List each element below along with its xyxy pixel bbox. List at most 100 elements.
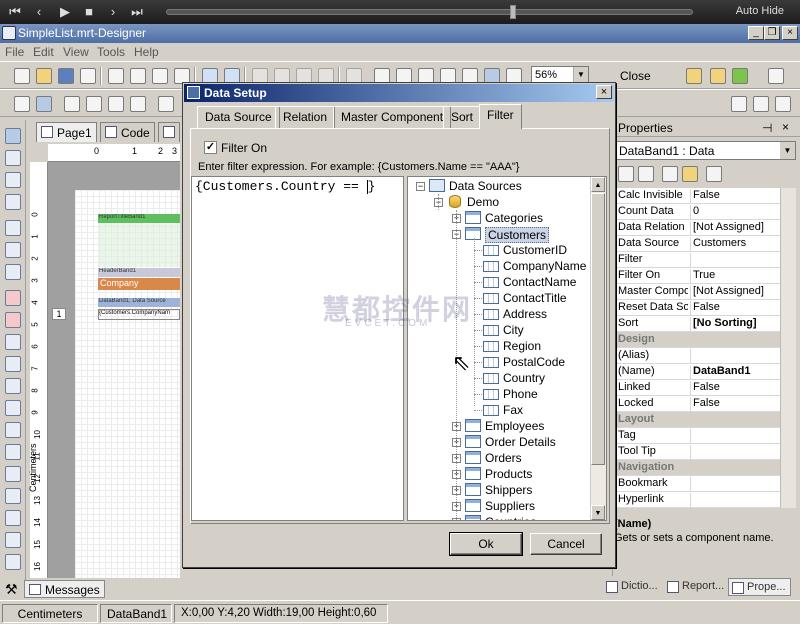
status-units[interactable]: Centimeters (2, 604, 98, 623)
container-icon[interactable] (5, 264, 21, 280)
report-title-area[interactable] (98, 223, 180, 267)
property-value[interactable] (690, 477, 780, 492)
style-icon[interactable] (732, 68, 748, 84)
property-value[interactable]: False (690, 301, 780, 316)
cancel-button[interactable]: Cancel (530, 533, 602, 555)
close-designer-button[interactable]: Close (620, 69, 651, 83)
property-value[interactable]: False (690, 381, 780, 396)
tab-preview[interactable] (158, 122, 180, 142)
menu-view[interactable]: View (63, 45, 89, 59)
property-value[interactable]: False (690, 189, 780, 204)
company-name-field[interactable]: {Customers.CompanyNam (98, 309, 180, 320)
property-row[interactable]: Tag (614, 428, 780, 444)
subreport-icon[interactable] (5, 466, 21, 482)
property-row[interactable]: Bookmark (614, 476, 780, 492)
property-value[interactable] (690, 493, 780, 508)
dialog-close-button[interactable]: × (596, 85, 612, 99)
header-band[interactable]: HeaderBand1 (98, 268, 180, 277)
property-value[interactable] (690, 253, 780, 268)
pin-icon[interactable]: ⊣ (762, 121, 772, 135)
chart-icon[interactable] (5, 554, 21, 570)
tab-page1[interactable]: Page1 (36, 122, 97, 142)
open-icon[interactable] (36, 68, 52, 84)
previous-icon[interactable]: ‹ (30, 3, 48, 21)
property-category[interactable]: Layout (614, 412, 780, 428)
shadow-icon[interactable] (158, 96, 174, 112)
border-all-icon[interactable] (36, 96, 52, 112)
panel-icon[interactable] (5, 510, 21, 526)
tab-report-tree[interactable]: Report... (664, 578, 728, 596)
next-icon[interactable]: › (104, 3, 122, 21)
property-value[interactable] (690, 349, 780, 364)
component-select[interactable]: DataBand1 : Data ▼ (614, 141, 796, 160)
tree-scroll-thumb[interactable] (591, 193, 605, 465)
align-left-icon[interactable] (731, 96, 747, 112)
property-row[interactable]: Filter On True (614, 268, 780, 284)
property-row[interactable]: Count Data 0 (614, 204, 780, 220)
scroll-up-icon[interactable]: ▲ (591, 177, 605, 192)
ok-button[interactable]: Ok (449, 532, 523, 556)
band-tool-icon[interactable] (5, 220, 21, 236)
seek-bar[interactable] (166, 5, 693, 19)
report-title-band[interactable]: ReportTitleBand1 (98, 214, 180, 223)
text-tool-icon[interactable] (5, 172, 21, 188)
data-band[interactable]: DataBand1; Data Source (98, 298, 180, 307)
data-tree[interactable]: − Data Sources − Demo + Categories − Customers C… (407, 176, 607, 521)
align-center-icon[interactable] (753, 96, 769, 112)
checkbox-icon[interactable] (5, 444, 21, 460)
menu-file[interactable]: File (5, 45, 24, 59)
tab-filter[interactable]: Filter (479, 104, 522, 129)
align-right-icon[interactable] (775, 96, 791, 112)
pan-tool-icon[interactable] (5, 150, 21, 166)
minimize-button[interactable]: _ (748, 26, 764, 40)
menu-help[interactable]: Help (134, 45, 159, 59)
property-row[interactable]: Calc Invisible False (614, 188, 780, 204)
format-painter-icon[interactable] (5, 194, 21, 210)
tab-properties[interactable]: Prope... (728, 578, 791, 596)
rectangle-icon[interactable] (5, 422, 21, 438)
text-component-icon[interactable] (5, 290, 21, 306)
restore-button[interactable]: ❐ (764, 26, 780, 40)
tab-code[interactable]: Code (100, 122, 155, 142)
property-value[interactable] (690, 429, 780, 444)
database-icon[interactable] (686, 68, 702, 84)
line-icon[interactable] (5, 400, 21, 416)
save-icon[interactable] (58, 68, 74, 84)
property-row[interactable]: Filter (614, 252, 780, 268)
categorized-icon[interactable] (618, 166, 634, 182)
tab-data-source[interactable]: Data Source (197, 106, 280, 128)
preview-icon[interactable] (80, 68, 96, 84)
chevron-down-icon[interactable]: ▼ (573, 67, 588, 83)
delete-page-icon[interactable] (152, 68, 168, 84)
property-grid-scrollbar[interactable] (780, 188, 796, 508)
property-value[interactable]: 0 (690, 205, 780, 220)
seek-knob[interactable] (510, 5, 516, 19)
property-row[interactable]: Master Compor [Not Assigned] (614, 284, 780, 300)
property-row[interactable]: Sort [No Sorting] (614, 316, 780, 332)
tab-relation[interactable]: Relation (275, 106, 336, 128)
border-none-icon[interactable] (14, 96, 30, 112)
property-value[interactable]: DataBand1 (690, 365, 780, 380)
tab-sort[interactable]: Sort (443, 106, 482, 128)
properties-icon[interactable] (662, 166, 678, 182)
border-left-icon[interactable] (86, 96, 102, 112)
border-right-icon[interactable] (130, 96, 146, 112)
tools-icon[interactable]: ⚒ (5, 581, 18, 598)
property-value[interactable]: [Not Assigned] (690, 285, 780, 300)
menu-tools[interactable]: Tools (97, 45, 125, 59)
options-icon[interactable] (768, 68, 784, 84)
tab-master-component[interactable]: Master Component (333, 106, 452, 128)
events-icon[interactable] (682, 166, 698, 182)
property-row[interactable]: Reset Data Sou False (614, 300, 780, 316)
tab-messages[interactable]: Messages (24, 580, 105, 598)
property-row[interactable]: (Alias) (614, 348, 780, 364)
dictionary-icon[interactable] (710, 68, 726, 84)
auto-hide-button[interactable]: Auto Hide (736, 5, 784, 17)
property-value[interactable]: Customers (690, 237, 780, 252)
menu-edit[interactable]: Edit (33, 45, 54, 59)
image-icon[interactable] (5, 334, 21, 350)
property-value[interactable] (690, 445, 780, 460)
tab-dictionary[interactable]: Dictio... (603, 578, 662, 596)
border-top-icon[interactable] (64, 96, 80, 112)
property-category[interactable]: Navigation (614, 460, 780, 476)
